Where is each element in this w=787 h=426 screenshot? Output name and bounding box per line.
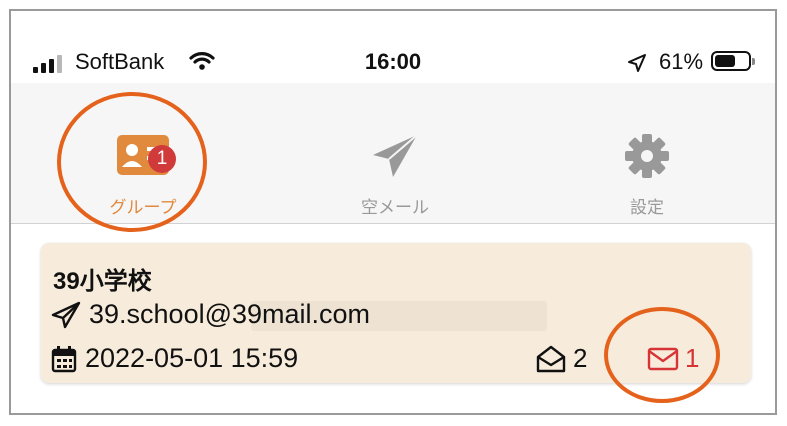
tab-settings[interactable]: 設定 bbox=[572, 83, 722, 223]
opened-mail-count: 2 bbox=[535, 343, 587, 374]
calendar-icon bbox=[51, 345, 77, 372]
tab-empty-mail[interactable]: 空メール bbox=[320, 83, 470, 223]
group-name: 39小学校 bbox=[53, 268, 152, 295]
status-bar: SoftBank 16:00 61% bbox=[11, 11, 775, 83]
open-envelope-icon bbox=[536, 345, 566, 372]
date-row: 2022-05-01 15:59 bbox=[51, 343, 298, 374]
group-email: 39.school@39mail.com bbox=[89, 299, 371, 329]
tab-empty-mail-label: 空メール bbox=[361, 198, 429, 217]
last-received-datetime: 2022-05-01 15:59 bbox=[85, 343, 299, 373]
email-row: 39.school@39mail.com bbox=[51, 299, 370, 330]
paper-plane-icon bbox=[51, 301, 81, 328]
battery-icon bbox=[711, 51, 755, 71]
battery-percent: 61% bbox=[659, 49, 704, 74]
location-arrow-icon bbox=[628, 54, 646, 72]
gear-icon bbox=[625, 134, 669, 178]
annotation-circle-unread bbox=[604, 307, 720, 403]
tab-settings-label: 設定 bbox=[630, 198, 664, 217]
paper-plane-icon bbox=[373, 134, 418, 177]
opened-count-value: 2 bbox=[573, 343, 588, 373]
annotation-circle-group-tab bbox=[57, 92, 207, 232]
